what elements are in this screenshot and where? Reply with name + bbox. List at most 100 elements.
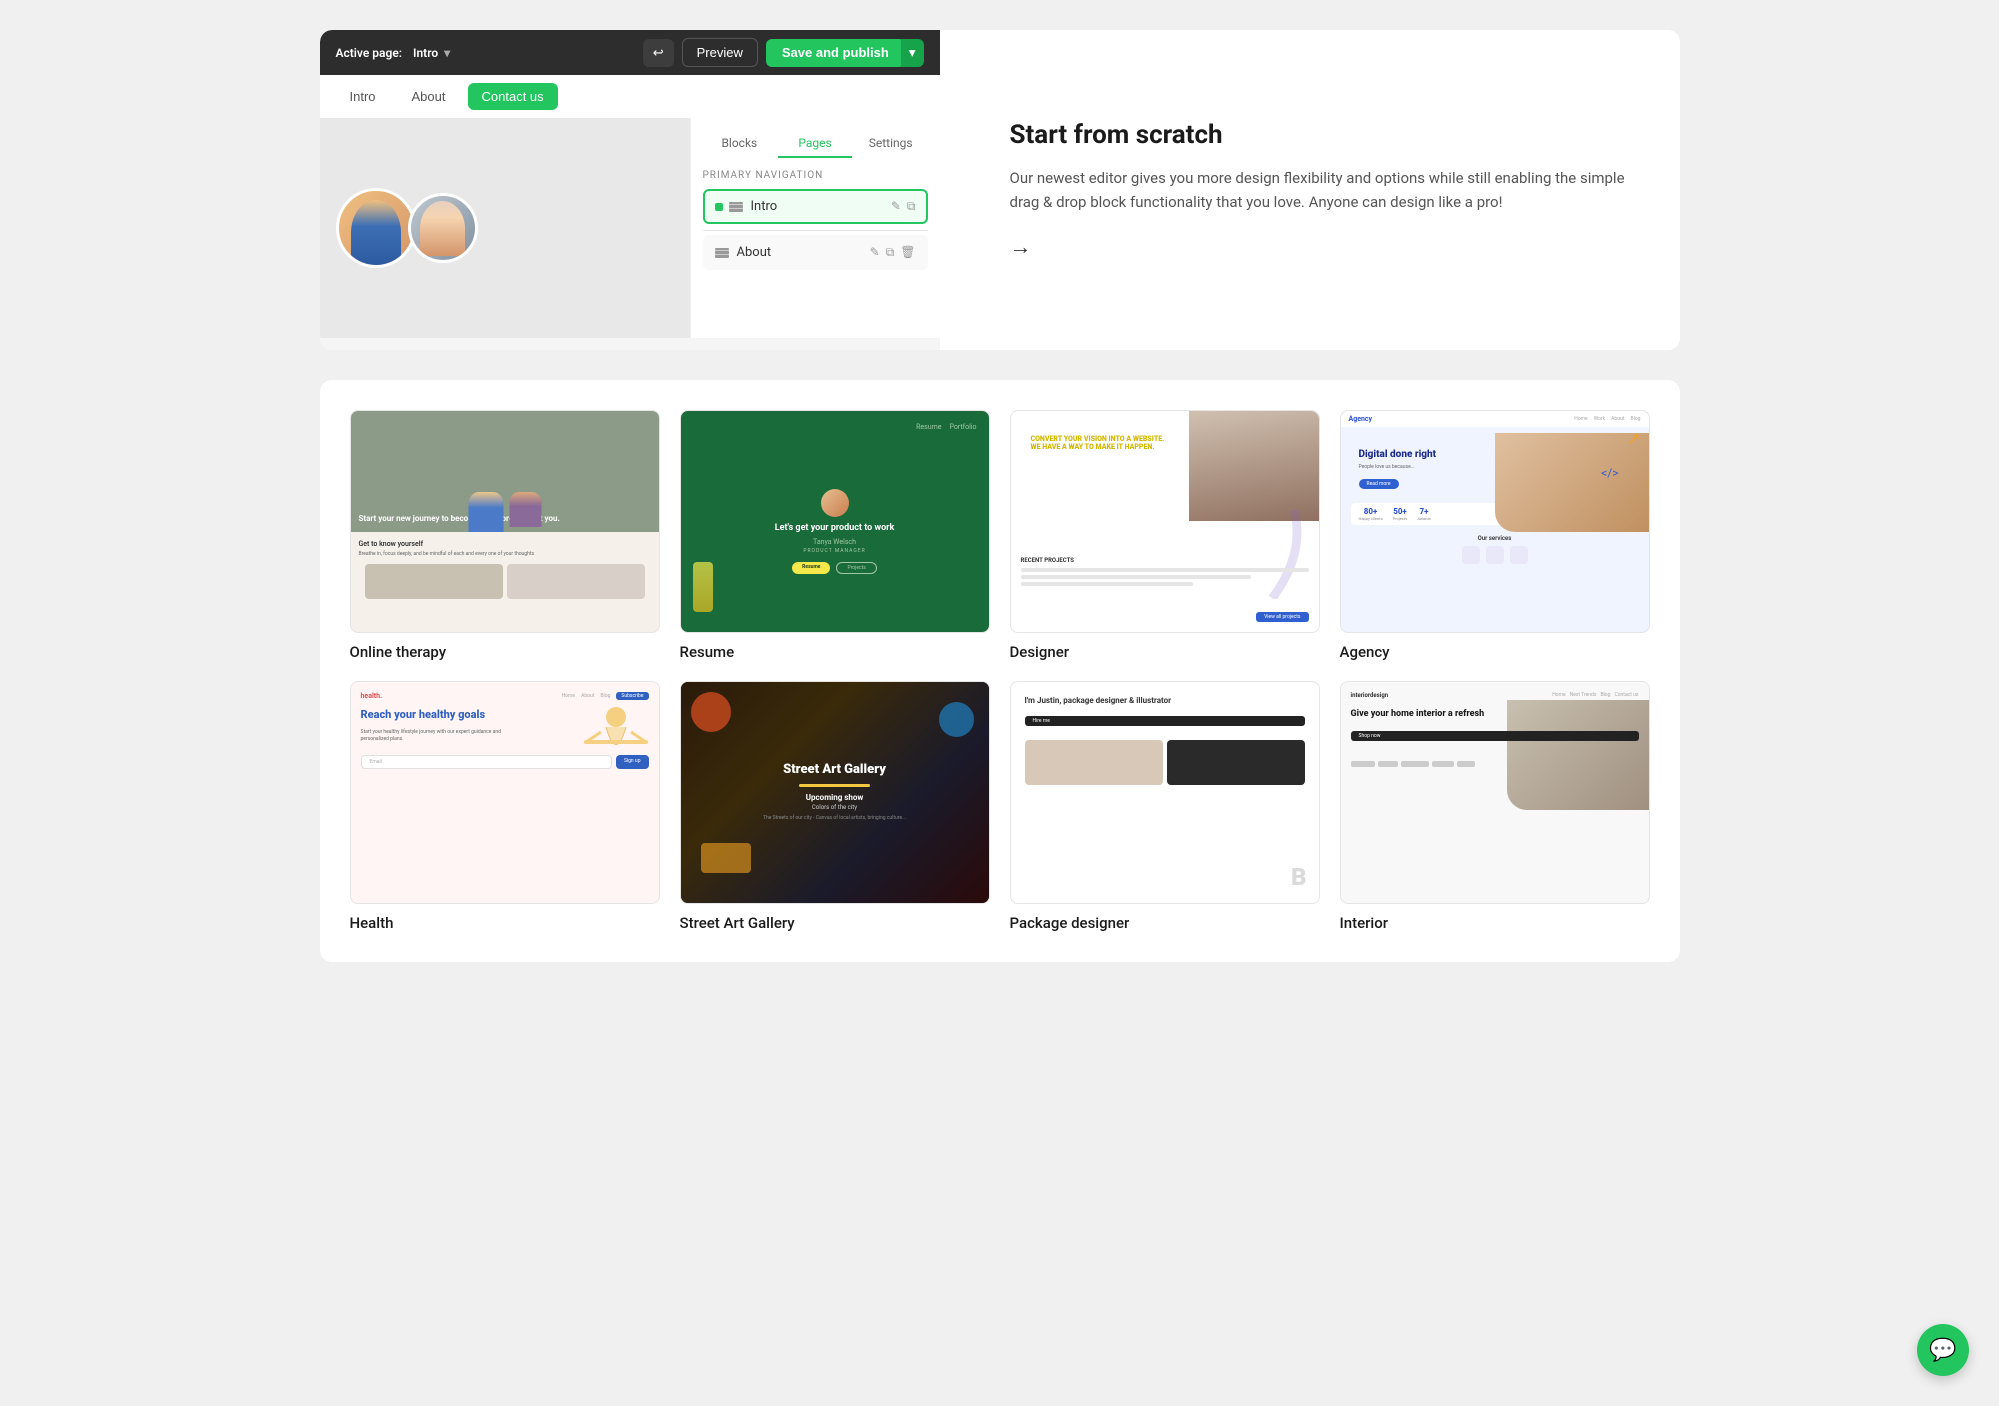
interior-photo [1507,700,1649,810]
agency-services: Our services [1351,531,1639,568]
active-page-dropdown-icon[interactable]: ▾ [444,46,450,60]
package-photo-2 [1167,740,1305,785]
health-sub: Start your healthy lifestyle journey wit… [361,729,519,743]
page-item-icon [729,202,743,212]
active-page-label: Active page: [336,46,403,60]
resume-avatar [821,489,849,517]
agency-nav-3: About [1611,416,1624,422]
template-name-interior: Interior [1340,914,1650,932]
interior-logo-3 [1401,761,1429,767]
template-thumbnail-street: Street Art Gallery Upcoming show Colors … [680,681,990,904]
interior-logo-5 [1457,761,1475,767]
editor-canvas [320,118,690,338]
interior-nav-4: Contact us [1614,692,1638,698]
history-button[interactable]: ↩ [643,39,674,67]
preview-button[interactable]: Preview [682,38,758,67]
street-show-sub: Colors of the city [763,804,906,811]
template-name-street: Street Art Gallery [680,914,990,932]
template-thumbnail-designer: CONVERT YOUR VISION INTO A WEBSITE. WE H… [1010,410,1320,633]
save-publish-dropdown[interactable]: ▾ [901,39,924,67]
agency-nav-2: Work [1594,416,1605,422]
designer-table-2 [1021,575,1251,579]
package-photos [1025,740,1305,785]
sidebar-tab-pages[interactable]: Pages [778,130,852,158]
templates-grid: Start your new journey to becoming a mor… [350,410,1650,932]
scratch-section: Start from scratch Our newest editor giv… [960,30,1680,350]
agency-content: Digital done right People love us becaus… [1351,421,1639,495]
health-nav-btn[interactable]: Subscribe [616,692,648,700]
save-publish-button[interactable]: Save and publish [766,39,905,67]
agency-headline: Digital done right [1359,449,1481,461]
interior-logo-2 [1378,761,1398,767]
resume-accent-bar [693,562,713,612]
template-item-resume[interactable]: Resume Portfolio Let's get your product … [680,410,990,661]
page-copy-icon[interactable]: ⧉ [907,199,916,214]
sidebar-tab-settings[interactable]: Settings [854,130,928,158]
template-item-designer[interactable]: CONVERT YOUR VISION INTO A WEBSITE. WE H… [1010,410,1320,661]
therapy-top: Start your new journey to becoming a mor… [351,411,659,532]
street-desc: The Streets of our city - Canvas of loca… [763,815,906,822]
resume-nav-1: Resume [916,423,941,431]
template-name-agency: Agency [1340,643,1650,661]
page-edit-icon-2[interactable]: ✎ [870,245,880,260]
therapy-bottom: Get to know yourself Breathe in, focus d… [351,532,659,613]
package-photo-1 [1025,740,1163,785]
street-graffiti-2 [939,702,974,737]
editor-sidebar: Blocks Pages Settings PRIMARY NAVIGATION [690,118,940,338]
resume-btn-projects[interactable]: Projects [836,562,876,574]
therapy-person-1 [468,492,503,532]
nav-tab-contact[interactable]: Contact us [468,83,558,110]
health-email-input[interactable]: Email [361,755,612,769]
sidebar-tab-blocks[interactable]: Blocks [703,130,777,158]
template-item-health[interactable]: health. Home About Blog Subscribe Reach … [350,681,660,932]
health-nav-3: Blog [600,693,610,699]
template-name-health: Health [350,914,660,932]
interior-nav-2: Next Trends [1570,692,1597,698]
page-delete-icon[interactable]: 🗑 [900,245,915,260]
divider [703,230,928,231]
agency-nav-1: Home [1574,416,1587,422]
page-item-about[interactable]: About ✎ ⧉ 🗑 [703,235,928,270]
page-item-intro[interactable]: Intro ✎ ⧉ [703,189,928,224]
nav-tab-about[interactable]: About [398,83,460,110]
package-hire-btn[interactable]: Hire me [1025,716,1305,726]
health-nav: health. Home About Blog Subscribe [361,692,649,700]
page-edit-icon[interactable]: ✎ [891,199,901,214]
therapy-sub-img-1 [365,564,503,599]
scratch-description: Our newest editor gives you more design … [1010,166,1630,214]
interior-headline: Give your home interior a refresh [1351,709,1489,721]
designer-view-all[interactable]: View all projects [1256,612,1308,622]
interior-btn[interactable]: Shop now [1351,731,1639,741]
health-nav-1: Home [562,693,575,699]
designer-recent-label: RECENT PROJECTS [1021,557,1309,564]
health-nav-2: About [581,693,594,699]
canvas-person-2 [408,193,478,263]
chat-button[interactable]: 💬 [1917,1324,1969,1376]
package-headline: I'm Justin, package designer & illustrat… [1025,696,1179,706]
template-item-package[interactable]: I'm Justin, package designer & illustrat… [1010,681,1320,932]
editor-nav: Intro About Contact us [320,75,940,118]
agency-nav-4: Blog [1631,416,1641,422]
street-content: Street Art Gallery Upcoming show Colors … [753,746,916,838]
interior-logo: interiordesign [1351,692,1389,699]
template-item-therapy[interactable]: Start your new journey to becoming a mor… [350,410,660,661]
interior-nav-3: Blog [1600,692,1610,698]
agency-stat-3: 7+ [1417,507,1430,516]
agency-sub: People love us because... [1359,464,1481,470]
template-item-interior[interactable]: interiordesign Home Next Trends Blog Con… [1340,681,1650,932]
scratch-arrow[interactable]: → [1010,234,1630,260]
agency-services-title: Our services [1359,535,1631,542]
nav-tab-intro[interactable]: Intro [336,83,390,110]
template-item-agency[interactable]: Agency Home Work About Blog ↗ </> Digita… [1340,410,1650,661]
template-item-street[interactable]: Street Art Gallery Upcoming show Colors … [680,681,990,932]
therapy-bottom-sub: Breathe in, focus deeply, and be mindful… [359,551,651,558]
service-icon-1 [1462,546,1480,564]
designer-headline: CONVERT YOUR VISION INTO A WEBSITE. WE H… [1031,435,1165,452]
page-copy-icon-2[interactable]: ⧉ [886,245,895,260]
resume-btn-resume[interactable]: Resume [792,562,830,574]
template-name-package: Package designer [1010,914,1320,932]
therapy-bottom-title: Get to know yourself [359,540,651,548]
template-thumbnail-interior: interiordesign Home Next Trends Blog Con… [1340,681,1650,904]
package-watermark: B [1291,863,1307,891]
agency-btn[interactable]: Read more [1359,479,1399,489]
